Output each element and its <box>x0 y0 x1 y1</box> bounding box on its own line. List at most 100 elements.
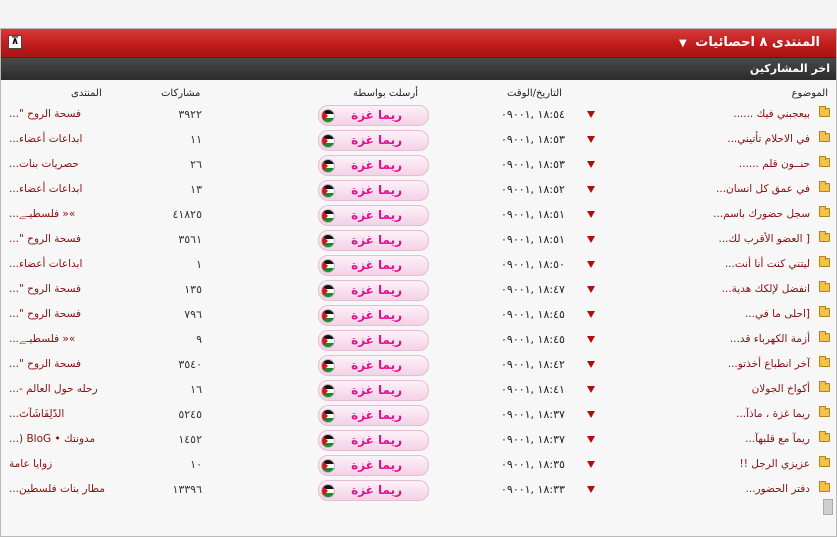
poster-name[interactable]: ريما غزة <box>351 458 402 472</box>
post-count: ٢٦ <box>190 158 202 171</box>
poster-badge[interactable]: ريما غزة <box>318 155 429 176</box>
forum-link[interactable]: »« فلسطيـﮯ... <box>9 208 75 221</box>
poster-name[interactable]: ريما غزة <box>351 358 402 372</box>
topic-link[interactable]: دفتر الحضور... <box>745 483 810 495</box>
dropdown-arrow-icon[interactable]: ▼ <box>679 38 687 49</box>
forum-link[interactable]: ابداعات أعضاء... <box>9 183 82 195</box>
scrollbar-thumb[interactable] <box>823 499 833 515</box>
poster-name[interactable]: ريما غزة <box>351 108 402 122</box>
topic-link[interactable]: بيعجبني فيك ...... <box>733 108 810 120</box>
topic-link[interactable]: سجل حضورك باسم... <box>713 208 810 220</box>
forum-link[interactable]: »« فلسطيـﮯ... <box>9 333 75 346</box>
topic-link[interactable]: أكواخ الجولان <box>752 383 810 395</box>
topic-link[interactable]: ريمآ مع قلبهآ... <box>745 433 810 445</box>
poster-badge[interactable]: ريما غزة <box>318 355 429 376</box>
go-to-post-icon[interactable] <box>587 186 595 193</box>
post-datetime: ١٨:٥٢ ,٠٩٠٠١ <box>501 183 565 196</box>
forum-link[interactable]: رحله حول العالم -... <box>9 383 98 395</box>
poster-badge[interactable]: ريما غزة <box>318 305 429 326</box>
poster-badge[interactable]: ريما غزة <box>318 130 429 151</box>
poster-badge[interactable]: ريما غزة <box>318 230 429 251</box>
go-to-post-icon[interactable] <box>587 261 595 268</box>
forum-link[interactable]: ابداعات أعضاء... <box>9 258 82 270</box>
post-datetime: ١٨:٣٧ ,٠٩٠٠١ <box>501 433 565 446</box>
poster-badge[interactable]: ريما غزة <box>318 330 429 351</box>
go-to-post-icon[interactable] <box>587 161 595 168</box>
folder-icon <box>819 106 830 117</box>
forum-link[interactable]: فسحة الروح "... <box>9 308 81 320</box>
forum-link[interactable]: فسحة الروح "... <box>9 108 81 120</box>
poster-badge[interactable]: ريما غزة <box>318 105 429 126</box>
topic-link[interactable]: ليتني كنت أنا أنت... <box>725 258 810 270</box>
palestine-flag-avatar-icon <box>321 284 335 298</box>
go-to-post-icon[interactable] <box>587 461 595 468</box>
forum-link[interactable]: مطار بنات فلسطين... <box>9 483 105 495</box>
poster-name[interactable]: ريما غزة <box>351 183 402 197</box>
poster-badge[interactable]: ريما غزة <box>318 280 429 301</box>
topic-link[interactable]: في عمق كل انسان... <box>716 183 810 195</box>
topic-link[interactable]: ريما غزة ، ماذآ... <box>736 408 810 420</box>
forum-link[interactable]: الدّلِفَاشَآتَ... <box>9 408 64 420</box>
poster-badge[interactable]: ريما غزة <box>318 380 429 401</box>
panel-title[interactable]: المنتدى ٨ احصائيات ▼ <box>679 35 820 50</box>
go-to-post-icon[interactable] <box>587 211 595 218</box>
poster-badge[interactable]: ريما غزة <box>318 205 429 226</box>
topic-link[interactable]: عزيزي الرجل !! <box>740 458 810 470</box>
topic-link[interactable]: أزمة الكهرباء قد... <box>730 333 810 345</box>
topic-link[interactable]: في الاحلام تأتيني... <box>727 133 810 145</box>
go-to-post-icon[interactable] <box>587 486 595 493</box>
forum-link[interactable]: مدونتك • BloG (... <box>9 433 95 445</box>
poster-badge[interactable]: ريما غزة <box>318 455 429 476</box>
go-to-post-icon[interactable] <box>587 311 595 318</box>
forum-link[interactable]: زوايا عامة <box>9 458 52 470</box>
browser-top-strip <box>0 0 837 29</box>
poster-name[interactable]: ريما غزة <box>351 258 402 272</box>
poster-name[interactable]: ريما غزة <box>351 133 402 147</box>
forum-link[interactable]: فسحة الروح "... <box>9 233 81 245</box>
poster-name[interactable]: ريما غزة <box>351 408 402 422</box>
go-to-post-icon[interactable] <box>587 386 595 393</box>
panel-title-text: المنتدى ٨ احصائيات <box>695 35 820 50</box>
topic-link[interactable]: [احلى ما في... <box>745 308 810 320</box>
poster-name[interactable]: ريما غزة <box>351 333 402 347</box>
folder-icon <box>819 481 830 492</box>
go-to-post-icon[interactable] <box>587 336 595 343</box>
forum-link[interactable]: حصريات بنات... <box>9 158 79 170</box>
poster-name[interactable]: ريما غزة <box>351 433 402 447</box>
poster-name[interactable]: ريما غزة <box>351 483 402 497</box>
go-to-post-icon[interactable] <box>587 236 595 243</box>
post-count: ٧٩٦ <box>184 308 202 321</box>
topic-link[interactable]: آخر انطباع أخذتو... <box>728 358 810 370</box>
poster-badge[interactable]: ريما غزة <box>318 180 429 201</box>
forum-link[interactable]: فسحة الروح "... <box>9 358 81 370</box>
forum-link[interactable]: فسحة الروح "... <box>9 283 81 295</box>
poster-name[interactable]: ريما غزة <box>351 383 402 397</box>
forum-link[interactable]: ابداعات أعضاء... <box>9 133 82 145</box>
poster-badge[interactable]: ريما غزة <box>318 405 429 426</box>
go-to-post-icon[interactable] <box>587 411 595 418</box>
palestine-flag-avatar-icon <box>321 234 335 248</box>
palestine-flag-avatar-icon <box>321 484 335 498</box>
topic-link[interactable]: حنــون قلم ...... <box>739 158 810 170</box>
go-to-post-icon[interactable] <box>587 111 595 118</box>
folder-icon <box>819 281 830 292</box>
go-to-post-icon[interactable] <box>587 136 595 143</box>
poster-name[interactable]: ريما غزة <box>351 158 402 172</box>
topic-link[interactable]: [ العضو الأقرب لك... <box>719 233 811 245</box>
table-row: أكواخ الجولان ١٨:٤١ ,٠٩٠٠١ ريما غزة ١٦ ر… <box>1 378 836 403</box>
poster-badge[interactable]: ريما غزة <box>318 430 429 451</box>
poster-name[interactable]: ريما غزة <box>351 233 402 247</box>
poster-badge[interactable]: ريما غزة <box>318 255 429 276</box>
poster-name[interactable]: ريما غزة <box>351 208 402 222</box>
poster-name[interactable]: ريما غزة <box>351 283 402 297</box>
post-datetime: ١٨:٥٠ ,٠٩٠٠١ <box>501 258 565 271</box>
poster-badge[interactable]: ريما غزة <box>318 480 429 501</box>
collapse-button[interactable]: ⊼ <box>8 35 22 49</box>
go-to-post-icon[interactable] <box>587 361 595 368</box>
sub-header-bar: اخر المشاركين <box>1 58 836 80</box>
topic-link[interactable]: انفضل لإلكك هدية... <box>722 283 810 295</box>
go-to-post-icon[interactable] <box>587 286 595 293</box>
go-to-post-icon[interactable] <box>587 436 595 443</box>
post-datetime: ١٨:٥٤ ,٠٩٠٠١ <box>501 108 565 121</box>
poster-name[interactable]: ريما غزة <box>351 308 402 322</box>
